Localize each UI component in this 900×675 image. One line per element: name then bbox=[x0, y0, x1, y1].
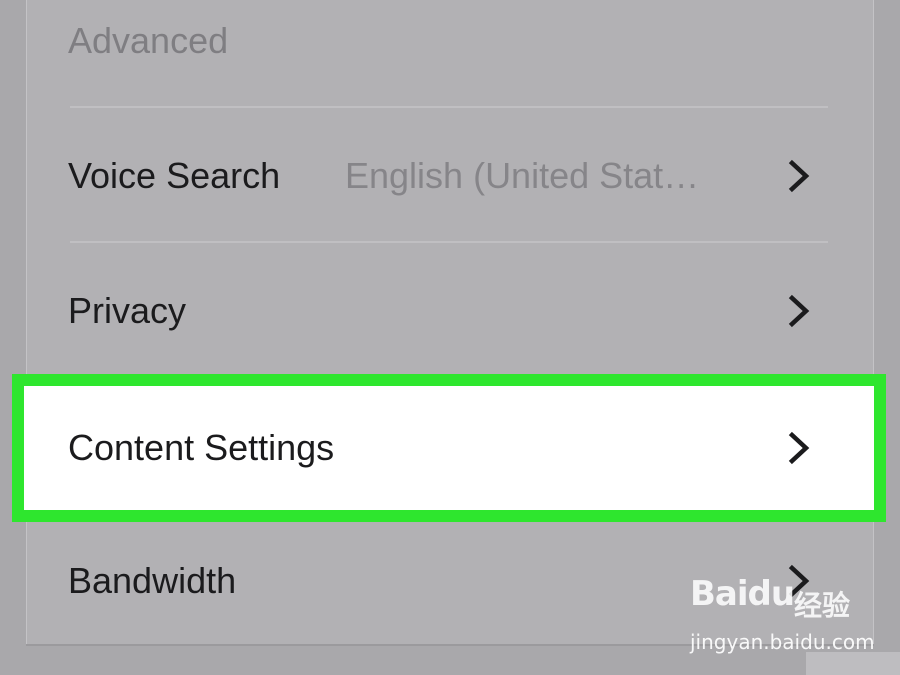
chevron-right-icon bbox=[788, 431, 810, 465]
baidu-jingyan-watermark: Baidu 经验 jingyan.baidu.com bbox=[690, 574, 875, 656]
settings-row-content-settings[interactable]: Content Settings bbox=[26, 381, 874, 515]
watermark-logo: Baidu bbox=[690, 574, 795, 614]
divider bbox=[70, 241, 828, 243]
divider bbox=[70, 106, 828, 108]
watermark-url: jingyan.baidu.com bbox=[690, 630, 875, 654]
settings-row-voice-search[interactable]: Voice Search English (United Stat… bbox=[26, 109, 874, 243]
row-label: Privacy bbox=[68, 290, 187, 331]
chevron-right-icon bbox=[788, 159, 810, 193]
section-header-advanced: Advanced bbox=[68, 20, 229, 61]
row-label: Voice Search bbox=[68, 155, 281, 196]
settings-row-privacy[interactable]: Privacy bbox=[26, 244, 874, 378]
watermark-chinese-text: 经验 bbox=[794, 589, 851, 622]
row-label: Bandwidth bbox=[68, 560, 237, 601]
row-label: Content Settings bbox=[68, 427, 335, 468]
row-value: English (United Stat… bbox=[345, 155, 700, 196]
chevron-right-icon bbox=[788, 294, 810, 328]
